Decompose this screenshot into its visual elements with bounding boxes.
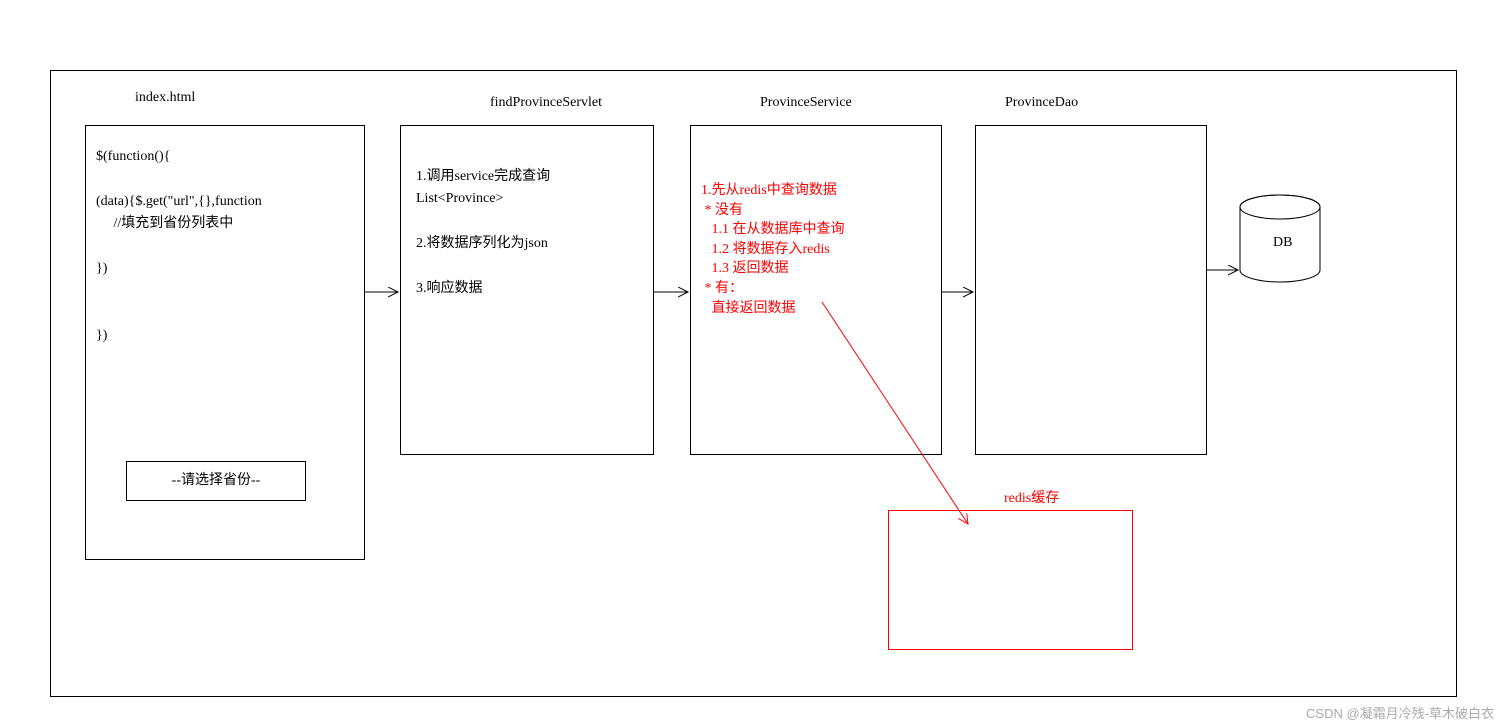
box-dao xyxy=(975,125,1207,455)
box-servlet: 1.调用service完成查询 List<Province> 2.将数据序列化为… xyxy=(400,125,654,455)
box-index-html: $(function(){ (data){$.get("url",{},func… xyxy=(85,125,365,560)
index-html-code: $(function(){ (data){$.get("url",{},func… xyxy=(96,146,262,348)
title-service: ProvinceService xyxy=(760,95,852,111)
box-redis-cache xyxy=(888,510,1133,650)
redis-cache-label: redis缓存 xyxy=(1004,487,1059,507)
db-label: DB xyxy=(1273,235,1292,251)
title-dao: ProvinceDao xyxy=(1005,95,1078,111)
title-index: index.html xyxy=(135,90,195,106)
watermark: CSDN @凝霜月冷残-草木破白衣 xyxy=(1306,703,1494,722)
servlet-content: 1.调用service完成查询 List<Province> 2.将数据序列化为… xyxy=(416,166,550,300)
box-service: 1.先从redis中查询数据 * 没有 1.1 在从数据库中查询 1.2 将数据… xyxy=(690,125,942,455)
service-content: 1.先从redis中查询数据 * 没有 1.1 在从数据库中查询 1.2 将数据… xyxy=(701,181,845,318)
province-dropdown[interactable]: --请选择省份-- xyxy=(126,461,306,501)
title-servlet: findProvinceServlet xyxy=(490,95,602,111)
